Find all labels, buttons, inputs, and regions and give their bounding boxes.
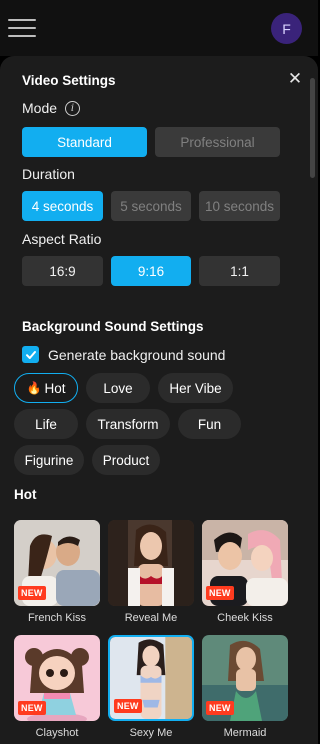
new-badge: NEW bbox=[114, 699, 142, 713]
mode-professional-button[interactable]: Professional bbox=[155, 127, 280, 157]
template-card-cheek-kiss[interactable]: NEW bbox=[202, 520, 288, 606]
scrollbar[interactable] bbox=[310, 78, 315, 178]
card-caption-mermaid: Mermaid bbox=[223, 727, 267, 739]
card-caption-french-kiss: French Kiss bbox=[27, 612, 87, 624]
chip-life[interactable]: Life bbox=[14, 409, 78, 439]
background-sound-title: Background Sound Settings bbox=[22, 319, 204, 334]
card-caption-cheek-kiss: Cheek Kiss bbox=[217, 612, 273, 624]
chip-hot[interactable]: 🔥 Hot bbox=[14, 373, 78, 403]
settings-panel: ✕ Video Settings Mode i Standard Profess… bbox=[0, 56, 318, 744]
new-badge: NEW bbox=[18, 586, 46, 600]
video-settings-title: Video Settings bbox=[22, 73, 116, 88]
reveal-me-thumbnail bbox=[108, 520, 194, 606]
chip-transform[interactable]: Transform bbox=[86, 409, 170, 439]
hot-section-title: Hot bbox=[14, 487, 37, 502]
chip-figurine[interactable]: Figurine bbox=[14, 445, 84, 475]
duration-10s-button[interactable]: 10 seconds bbox=[199, 191, 280, 221]
aspect-1-1-button[interactable]: 1:1 bbox=[199, 256, 280, 286]
new-badge: NEW bbox=[18, 701, 46, 715]
close-icon[interactable]: ✕ bbox=[284, 68, 306, 90]
background-sound-label: Generate background sound bbox=[48, 347, 226, 363]
mode-label: Mode bbox=[22, 100, 58, 116]
template-card-french-kiss[interactable]: NEW bbox=[14, 520, 100, 606]
menu-icon[interactable] bbox=[8, 17, 36, 39]
template-card-reveal-me[interactable] bbox=[108, 520, 194, 606]
duration-4s-button[interactable]: 4 seconds bbox=[22, 191, 103, 221]
new-badge: NEW bbox=[206, 586, 234, 600]
mode-standard-button[interactable]: Standard bbox=[22, 127, 147, 157]
duration-5s-button[interactable]: 5 seconds bbox=[111, 191, 191, 221]
template-card-clayshot[interactable]: NEW bbox=[14, 635, 100, 721]
new-badge: NEW bbox=[206, 701, 234, 715]
checkmark-icon bbox=[25, 350, 36, 359]
chip-her-vibe[interactable]: Her Vibe bbox=[158, 373, 233, 403]
card-caption-sexy-me: Sexy Me bbox=[129, 727, 173, 739]
user-avatar[interactable]: F bbox=[271, 13, 302, 44]
fire-icon: 🔥 bbox=[26, 381, 42, 395]
aspect-ratio-label: Aspect Ratio bbox=[22, 231, 102, 247]
chip-fun[interactable]: Fun bbox=[178, 409, 241, 439]
info-icon[interactable]: i bbox=[65, 101, 80, 116]
top-bar: F bbox=[0, 0, 318, 56]
chip-product[interactable]: Product bbox=[92, 445, 160, 475]
aspect-16-9-button[interactable]: 16:9 bbox=[22, 256, 103, 286]
card-caption-clayshot: Clayshot bbox=[35, 727, 79, 739]
chip-hot-label: Hot bbox=[44, 380, 66, 396]
aspect-9-16-button[interactable]: 9:16 bbox=[111, 256, 191, 286]
template-card-sexy-me[interactable]: NEW bbox=[108, 635, 194, 721]
template-card-mermaid[interactable]: NEW bbox=[202, 635, 288, 721]
background-sound-checkbox[interactable] bbox=[22, 346, 39, 363]
duration-label: Duration bbox=[22, 166, 75, 182]
card-caption-reveal-me: Reveal Me bbox=[124, 612, 178, 624]
chip-love[interactable]: Love bbox=[86, 373, 150, 403]
